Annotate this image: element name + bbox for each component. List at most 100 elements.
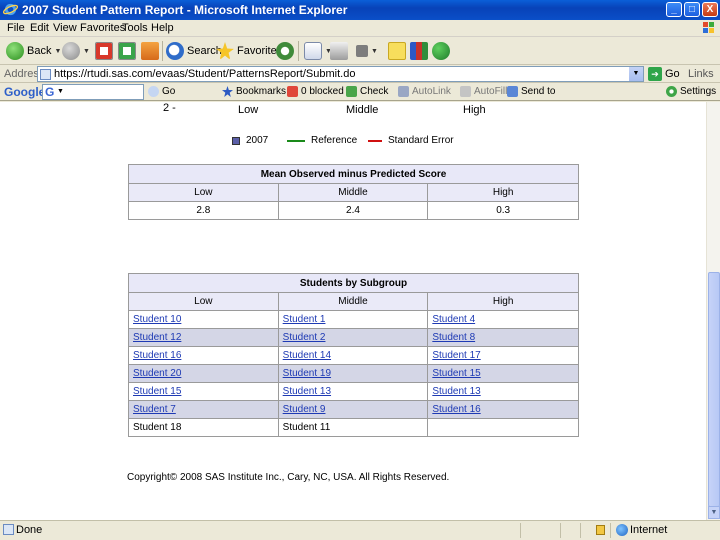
internet-explorer-icon [3, 3, 18, 16]
student-link[interactable]: Student 12 [133, 332, 181, 343]
student-link[interactable]: Student 15 [133, 386, 181, 397]
student-cell-text: Student 11 [277, 418, 429, 437]
student-cell[interactable]: Student 14 [277, 346, 429, 365]
student-cell[interactable]: Student 7 [128, 400, 279, 419]
student-link[interactable]: Student 13 [432, 386, 480, 397]
stop-button[interactable] [95, 40, 113, 62]
student-cell[interactable]: Student 13 [427, 382, 579, 401]
mail-icon [304, 42, 322, 60]
mean-header-low: Low [128, 183, 279, 202]
student-link[interactable]: Student 15 [432, 368, 480, 379]
student-link[interactable]: Student 9 [283, 404, 326, 415]
google-logo[interactable]: Google [4, 85, 45, 99]
toolbar-divider [162, 41, 163, 61]
student-link[interactable]: Student 16 [133, 350, 181, 361]
google-go-button[interactable]: Go [148, 86, 175, 97]
subgroup-header-low: Low [128, 292, 279, 311]
student-cell[interactable]: Student 10 [128, 310, 279, 329]
home-button[interactable] [141, 40, 159, 62]
favorites-button[interactable]: Favorites [216, 40, 282, 62]
students-by-subgroup-table: Students by Subgroup Low Middle High Stu… [128, 273, 579, 437]
subgroup-header-high: High [427, 292, 579, 311]
student-link[interactable]: Student 14 [283, 350, 331, 361]
bookmarks-label: Bookmarks [236, 86, 287, 97]
forward-button[interactable]: ▼ [62, 40, 90, 62]
student-cell[interactable]: Student 15 [427, 364, 579, 383]
vertical-scrollbar[interactable]: ▼ [706, 102, 720, 520]
print-button[interactable] [330, 40, 348, 62]
menu-file[interactable]: File [7, 22, 25, 34]
student-link[interactable]: Student 19 [283, 368, 331, 379]
refresh-button[interactable] [118, 40, 136, 62]
address-url: https://rtudi.sas.com/evaas/Student/Patt… [54, 68, 356, 80]
student-link[interactable]: Student 8 [432, 332, 475, 343]
student-link[interactable]: Student 10 [133, 314, 181, 325]
edit-button[interactable]: ▼ [356, 40, 378, 62]
student-cell[interactable]: Student 13 [277, 382, 429, 401]
mail-button[interactable]: ▼ [304, 40, 332, 62]
home-icon [141, 42, 159, 60]
go-button[interactable]: Go [665, 68, 680, 80]
menu-help[interactable]: Help [151, 22, 174, 34]
history-button[interactable] [276, 40, 294, 62]
address-input[interactable]: https://rtudi.sas.com/evaas/Student/Patt… [37, 66, 644, 82]
student-link[interactable]: Student 13 [283, 386, 331, 397]
axis-tick-partial: 2 - [163, 102, 176, 114]
settings-icon [666, 86, 677, 97]
spellcheck-button[interactable]: Check [346, 86, 388, 97]
mean-score-table: Mean Observed minus Predicted Score Low … [128, 164, 579, 220]
subgroup-header-middle: Middle [277, 292, 429, 311]
popup-blocker-button[interactable]: 0 blocked [287, 86, 344, 97]
page-content: 2 - Low Middle High 2007 Reference Stand… [0, 102, 706, 520]
student-cell[interactable]: Student 15 [128, 382, 279, 401]
student-link[interactable]: Student 17 [432, 350, 480, 361]
chevron-down-icon[interactable]: ▼ [629, 67, 643, 81]
autolink-button[interactable]: AutoLink [398, 86, 451, 97]
notes-button[interactable] [388, 40, 406, 62]
scroll-down-icon[interactable]: ▼ [708, 506, 720, 519]
student-cell[interactable]: Student 12 [128, 328, 279, 347]
menu-edit[interactable]: Edit [30, 22, 49, 34]
scrollbar-thumb[interactable] [708, 272, 720, 507]
student-link[interactable]: Student 2 [283, 332, 326, 343]
menu-favorites[interactable]: Favorites [80, 22, 125, 34]
student-cell[interactable]: Student 8 [427, 328, 579, 347]
go-arrow-icon[interactable]: ➔ [648, 67, 662, 81]
search-button[interactable]: Search [166, 40, 222, 62]
legend-swatch-standard-error [368, 139, 382, 142]
minimize-button[interactable]: _ [666, 2, 682, 17]
chevron-down-icon: ▼ [371, 47, 378, 55]
student-cell[interactable]: Student 20 [128, 364, 279, 383]
maximize-button[interactable]: □ [684, 2, 700, 17]
back-arrow-icon [6, 42, 24, 60]
student-cell[interactable]: Student 9 [277, 400, 429, 419]
google-search-input[interactable]: G ▼ [42, 84, 144, 100]
links-button[interactable]: Links [688, 68, 714, 80]
student-cell[interactable]: Student 17 [427, 346, 579, 365]
research-button[interactable] [410, 40, 428, 62]
student-link[interactable]: Student 1 [283, 314, 326, 325]
mean-header-middle: Middle [277, 183, 429, 202]
student-link[interactable]: Student 7 [133, 404, 176, 415]
student-link[interactable]: Student 20 [133, 368, 181, 379]
menu-tools[interactable]: Tools [122, 22, 148, 34]
google-settings-button[interactable]: Settings [666, 86, 716, 97]
send-to-button[interactable]: Send to [507, 86, 555, 97]
student-cell[interactable]: Student 16 [427, 400, 579, 419]
close-button[interactable]: X [702, 2, 718, 17]
legend-swatch-reference [287, 139, 305, 142]
google-g-icon: G [45, 85, 55, 99]
printer-icon [330, 42, 348, 60]
back-button[interactable]: Back ▼ [6, 40, 61, 62]
student-link[interactable]: Student 16 [432, 404, 480, 415]
student-cell[interactable]: Student 2 [277, 328, 429, 347]
student-cell[interactable]: Student 16 [128, 346, 279, 365]
student-link[interactable]: Student 4 [432, 314, 475, 325]
autofill-button[interactable]: AutoFill [460, 86, 507, 97]
menu-view[interactable]: View [53, 22, 77, 34]
student-cell[interactable]: Student 4 [427, 310, 579, 329]
messenger-button[interactable] [432, 40, 450, 62]
student-cell[interactable]: Student 1 [277, 310, 429, 329]
bookmarks-button[interactable]: Bookmarks [222, 86, 286, 97]
student-cell[interactable]: Student 19 [277, 364, 429, 383]
